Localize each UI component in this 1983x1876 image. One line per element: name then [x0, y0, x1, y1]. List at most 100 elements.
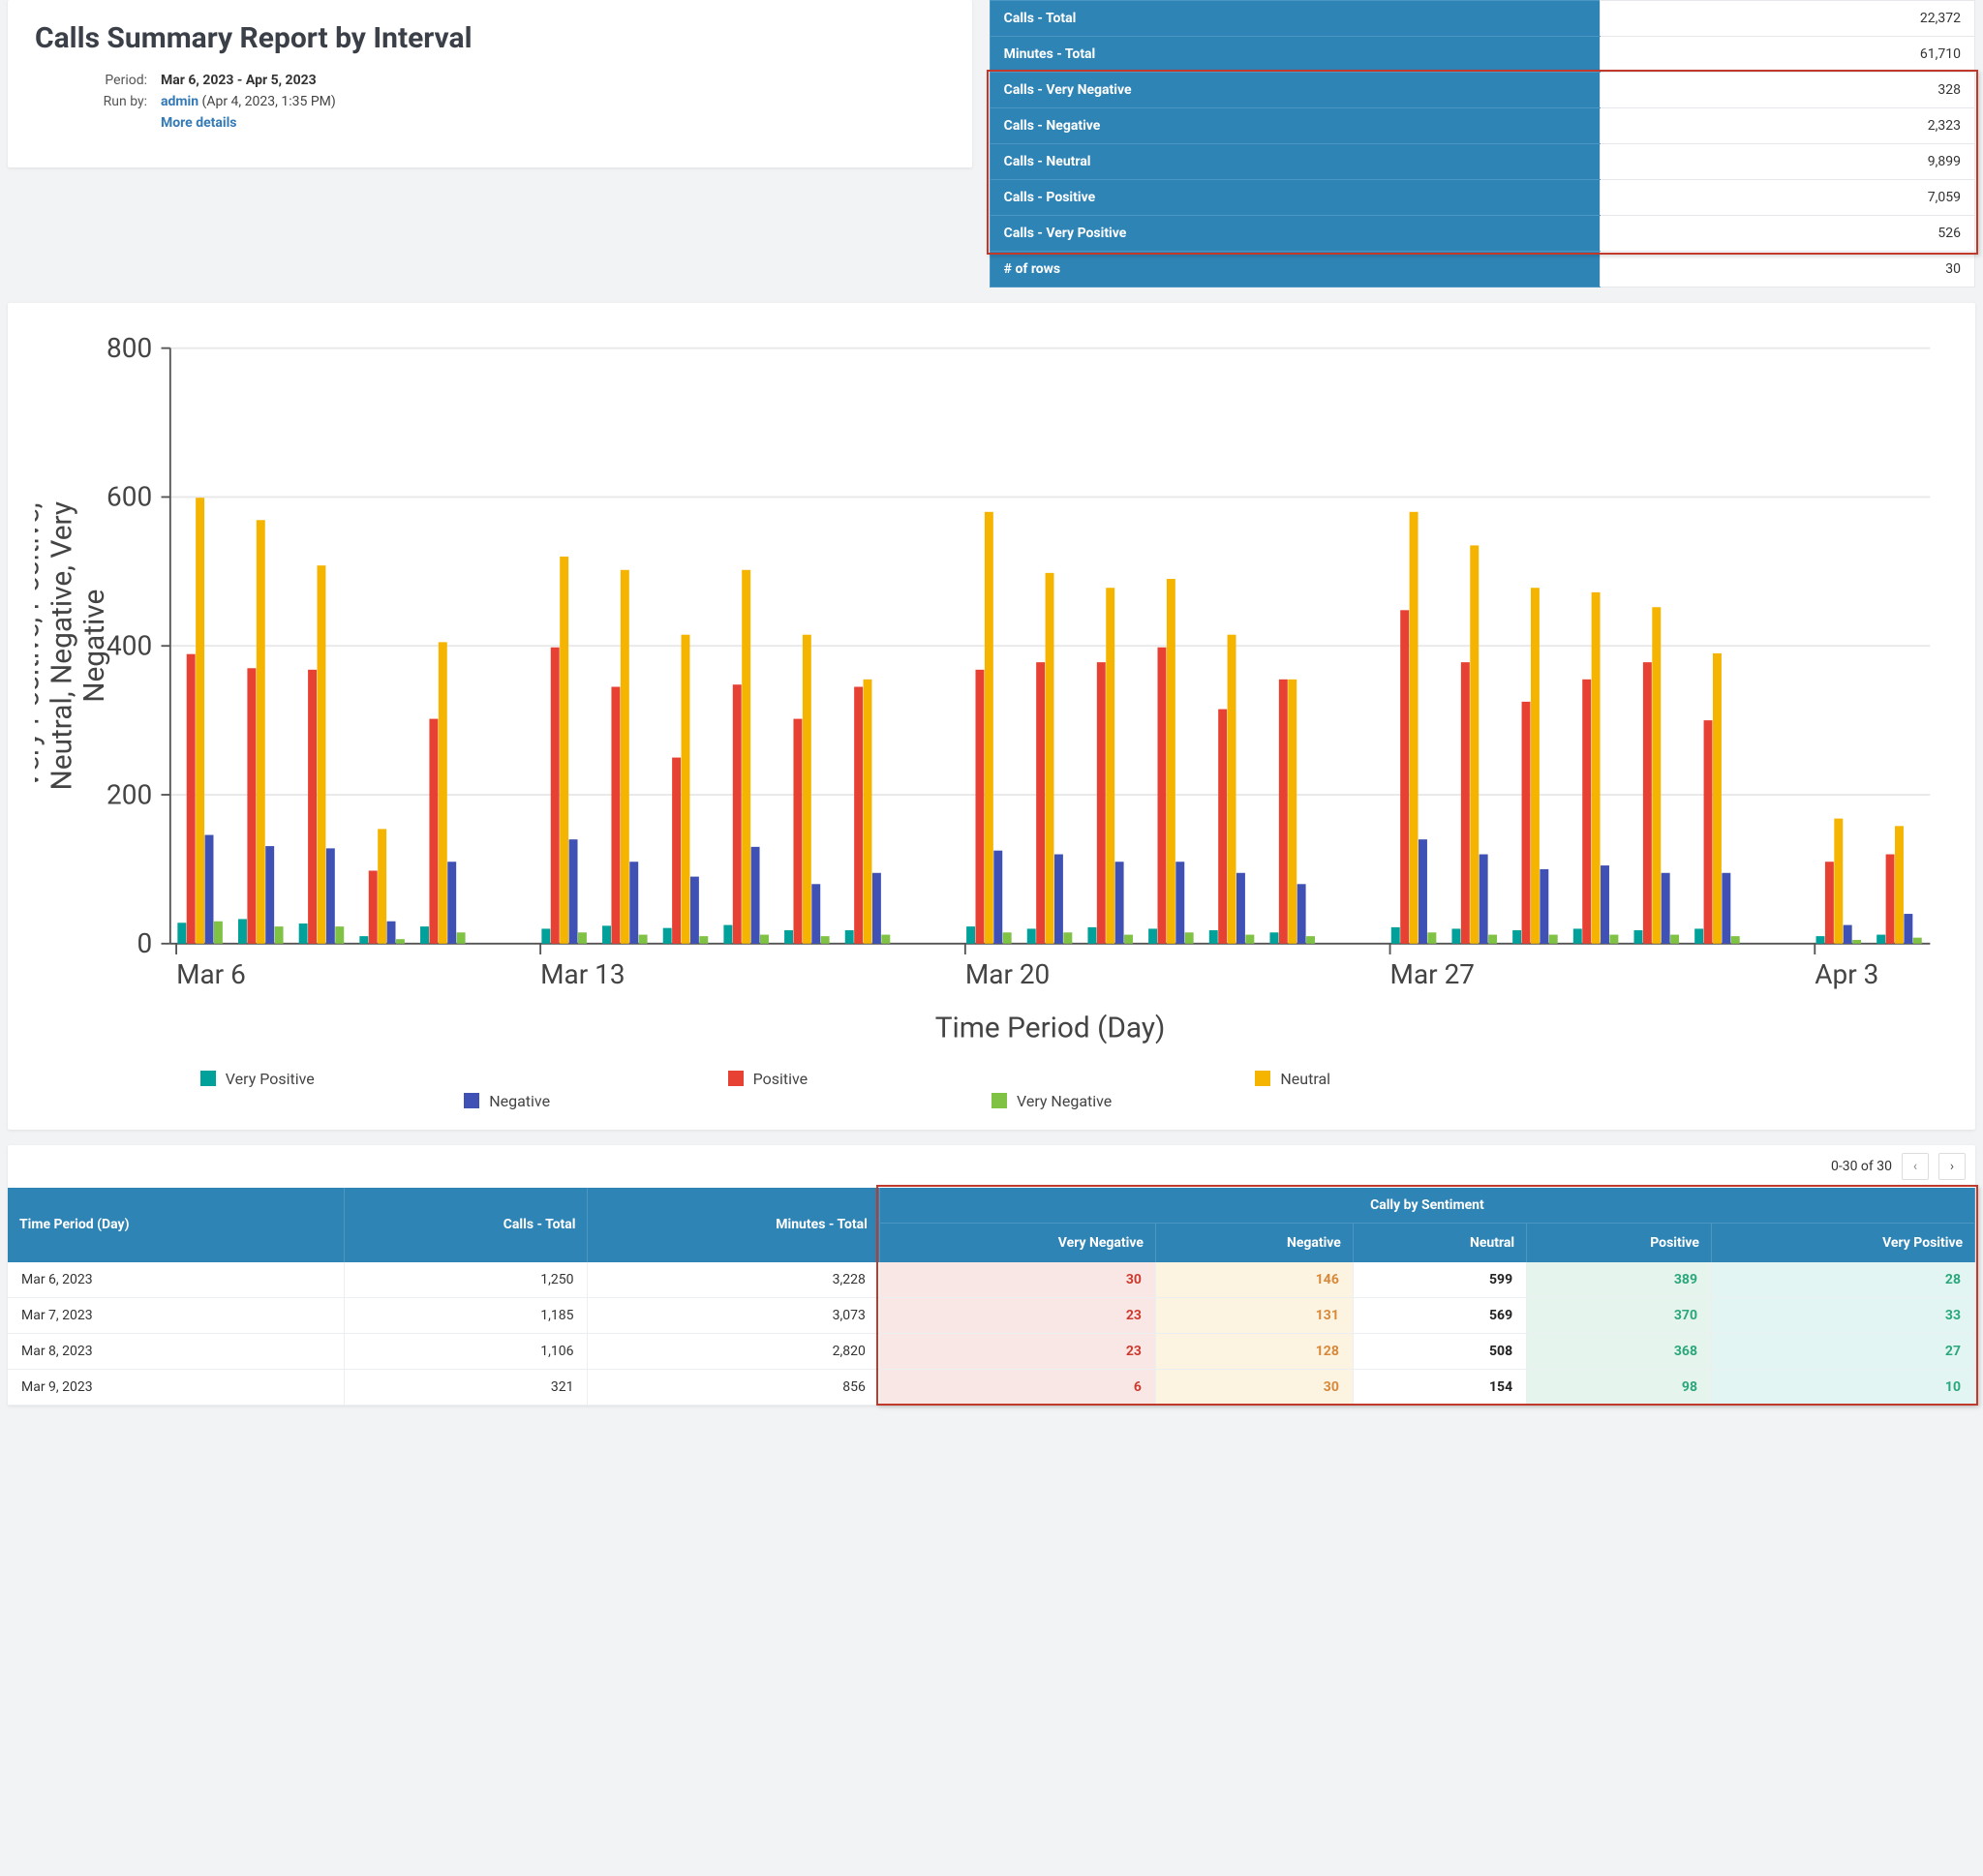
- bar-neutral: [257, 520, 265, 944]
- cell: 3,228: [588, 1262, 879, 1298]
- bar-very-negative: [1306, 936, 1315, 944]
- cell: 131: [1155, 1297, 1353, 1333]
- summary-row: Calls - Neutral9,899: [990, 144, 1974, 180]
- legend-label: Positive: [753, 1070, 808, 1088]
- bar-negative: [1419, 839, 1427, 944]
- bar-negative: [205, 835, 214, 944]
- legend-item[interactable]: Positive: [728, 1068, 1233, 1090]
- pager-next-button[interactable]: ›: [1938, 1153, 1966, 1180]
- chevron-left-icon: ‹: [1913, 1159, 1917, 1174]
- cell: Mar 8, 2023: [8, 1333, 345, 1369]
- summary-value: 7,059: [1601, 180, 1975, 216]
- cell: 23: [879, 1297, 1155, 1333]
- bar-negative: [629, 862, 638, 944]
- svg-text:Time Period (Day): Time Period (Day): [935, 1012, 1166, 1045]
- col-header[interactable]: Positive: [1527, 1223, 1712, 1262]
- bar-very-positive: [1634, 930, 1643, 944]
- bar-negative: [569, 839, 578, 944]
- bar-neutral: [1167, 579, 1175, 944]
- legend-item[interactable]: Very Negative: [992, 1090, 1496, 1112]
- cell: 154: [1353, 1369, 1526, 1405]
- bar-negative: [872, 873, 881, 944]
- legend-swatch: [728, 1071, 744, 1086]
- cell: 128: [1155, 1333, 1353, 1369]
- cell: 321: [345, 1369, 588, 1405]
- bar-positive: [611, 687, 620, 944]
- bar-neutral: [560, 557, 568, 944]
- bar-positive: [1522, 702, 1531, 944]
- chart-panel: 0200400600800Mar 6Mar 13Mar 20Mar 27Apr …: [8, 303, 1975, 1130]
- summary-value: 2,323: [1601, 108, 1975, 144]
- legend-item[interactable]: Negative: [464, 1090, 968, 1112]
- pager-prev-button[interactable]: ‹: [1902, 1153, 1929, 1180]
- bar-very-negative: [760, 935, 769, 944]
- cell: 28: [1712, 1262, 1975, 1298]
- runby-user-link[interactable]: admin: [161, 94, 198, 109]
- col-header[interactable]: Very Positive: [1712, 1223, 1975, 1262]
- cell: 856: [588, 1369, 879, 1405]
- cell: 27: [1712, 1333, 1975, 1369]
- bar-neutral: [682, 635, 690, 944]
- bar-very-positive: [299, 923, 308, 944]
- bar-neutral: [864, 680, 872, 944]
- summary-key: Minutes - Total: [990, 37, 1601, 73]
- summary-key: Calls - Neutral: [990, 144, 1601, 180]
- summary-row: Calls - Very Positive526: [990, 216, 1974, 252]
- bar-very-positive: [1816, 936, 1825, 944]
- sentiment-bar-chart: 0200400600800Mar 6Mar 13Mar 20Mar 27Apr …: [35, 330, 1948, 1052]
- summary-row: Calls - Negative2,323: [990, 108, 1974, 144]
- bar-very-positive: [541, 928, 550, 943]
- col-header[interactable]: Neutral: [1353, 1223, 1526, 1262]
- bar-very-positive: [663, 928, 672, 944]
- bar-negative: [1115, 862, 1124, 944]
- chevron-right-icon: ›: [1950, 1159, 1954, 1174]
- summary-value: 22,372: [1601, 1, 1975, 37]
- bar-positive: [1218, 710, 1227, 944]
- col-header[interactable]: Time Period (Day): [8, 1188, 345, 1262]
- cell: 10: [1712, 1369, 1975, 1405]
- bar-positive: [247, 668, 256, 944]
- bar-very-negative: [275, 926, 284, 944]
- legend-swatch: [200, 1071, 216, 1086]
- svg-text:Mar 6: Mar 6: [176, 958, 246, 990]
- more-details-link[interactable]: More details: [161, 115, 236, 131]
- svg-text:600: 600: [107, 481, 152, 513]
- bar-positive: [1036, 662, 1045, 944]
- bar-very-negative: [1609, 935, 1618, 944]
- bar-very-negative: [214, 922, 223, 944]
- bar-very-positive: [723, 925, 732, 944]
- col-header[interactable]: Minutes - Total: [588, 1188, 879, 1262]
- bar-negative: [1722, 873, 1730, 944]
- bar-neutral: [803, 635, 811, 944]
- legend-item[interactable]: Very Positive: [200, 1068, 705, 1090]
- bar-negative: [811, 884, 820, 944]
- bar-very-positive: [1451, 928, 1460, 943]
- bar-neutral: [1592, 592, 1601, 944]
- summary-value: 61,710: [1601, 37, 1975, 73]
- bar-positive: [1886, 855, 1895, 944]
- bar-very-positive: [1512, 930, 1521, 944]
- bar-negative: [1540, 869, 1548, 944]
- bar-very-negative: [578, 932, 587, 944]
- bar-positive: [854, 687, 863, 944]
- bar-neutral: [1288, 680, 1297, 944]
- legend-item[interactable]: Neutral: [1255, 1068, 1759, 1090]
- bar-neutral: [196, 498, 204, 944]
- cell: 30: [879, 1262, 1155, 1298]
- legend-swatch: [992, 1093, 1007, 1108]
- bar-neutral: [1046, 573, 1054, 944]
- bar-very-positive: [602, 925, 611, 943]
- summary-key: Calls - Total: [990, 1, 1601, 37]
- col-header[interactable]: Negative: [1155, 1223, 1353, 1262]
- svg-text:200: 200: [107, 778, 152, 810]
- bar-very-positive: [1209, 930, 1218, 944]
- bar-positive: [1643, 662, 1652, 944]
- cell: 30: [1155, 1369, 1353, 1405]
- bar-very-positive: [1573, 928, 1582, 943]
- bar-neutral: [1106, 588, 1114, 944]
- cell: 1,106: [345, 1333, 588, 1369]
- bar-neutral: [1895, 826, 1904, 943]
- bar-negative: [993, 851, 1002, 944]
- col-header[interactable]: Very Negative: [879, 1223, 1155, 1262]
- col-header[interactable]: Calls - Total: [345, 1188, 588, 1262]
